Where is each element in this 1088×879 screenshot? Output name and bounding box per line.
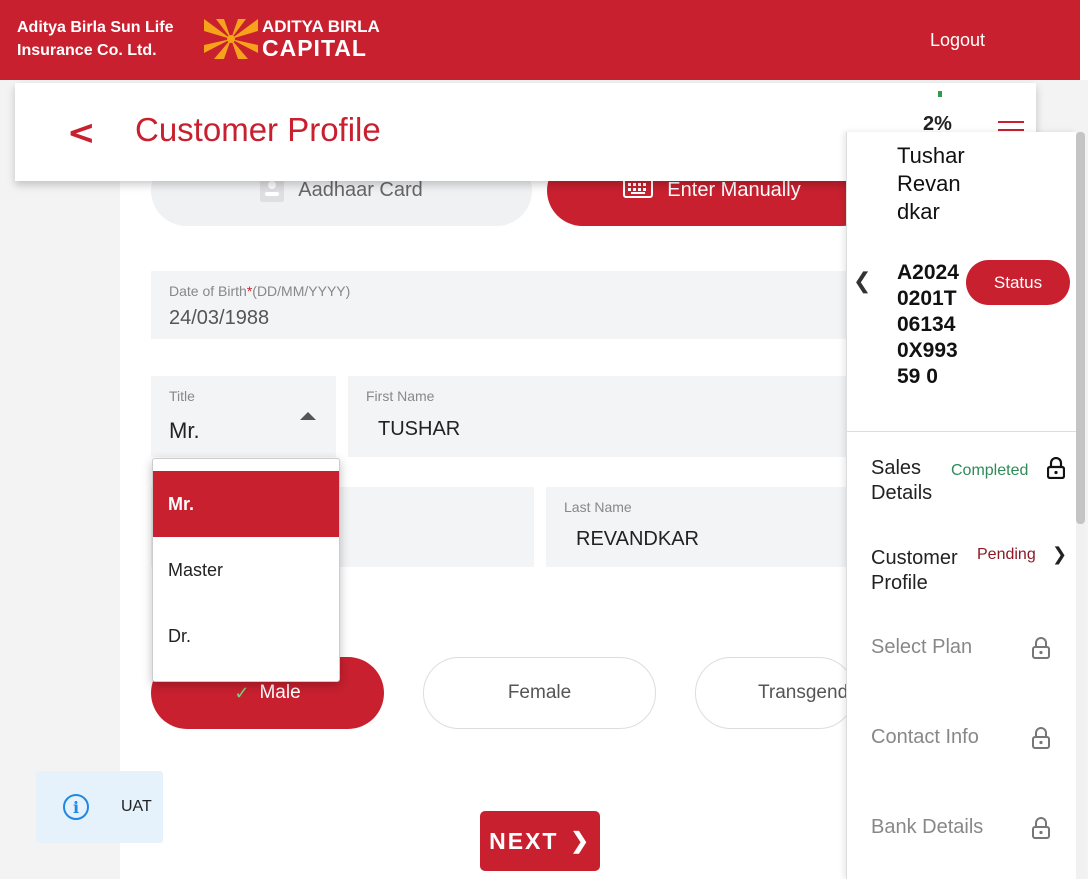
caret-up-icon bbox=[300, 412, 316, 420]
page-title: Customer Profile bbox=[135, 111, 381, 148]
customer-name: Tushar Revandkar bbox=[897, 143, 965, 224]
panel-scrollbar-thumb[interactable] bbox=[1076, 132, 1085, 524]
chevron-right-icon: ❯ bbox=[1052, 544, 1068, 565]
lock-icon bbox=[1032, 817, 1050, 839]
environment-label: UAT bbox=[121, 798, 152, 815]
application-side-panel: ❮ Tushar Revandkar A20240201T061340X9935… bbox=[846, 132, 1085, 879]
lock-icon bbox=[1047, 457, 1065, 479]
tab-aadhaar-label: Aadhaar Card bbox=[298, 179, 423, 201]
app-header: Aditya Birla Sun Life Insurance Co. Ltd.… bbox=[0, 0, 1088, 80]
lock-icon bbox=[1032, 637, 1050, 659]
first-name-value: TUSHAR bbox=[378, 418, 461, 440]
step-bank-details[interactable]: Bank Details bbox=[871, 815, 983, 840]
last-name-label: Last Name bbox=[564, 499, 632, 515]
status-button[interactable]: Status bbox=[966, 260, 1070, 305]
logo-wordmark: ADITYA BIRLA CAPITAL bbox=[262, 17, 380, 61]
header-edge bbox=[1080, 0, 1088, 80]
company-name-line2: Insurance Co. Ltd. bbox=[17, 42, 157, 59]
title-label: Title bbox=[169, 388, 195, 404]
step-status-pending: Pending bbox=[977, 546, 1036, 563]
first-name-label: First Name bbox=[366, 388, 435, 404]
logo-line1: ADITYA BIRLA bbox=[262, 17, 380, 36]
gender-male-label: Male bbox=[259, 682, 301, 703]
title-option-master[interactable]: Master bbox=[153, 537, 339, 603]
back-arrow-icon[interactable]: < bbox=[67, 113, 96, 153]
info-icon: i bbox=[63, 794, 89, 820]
last-name-value: REVANDKAR bbox=[576, 528, 699, 550]
gender-transgender-button[interactable]: Transgender bbox=[695, 657, 855, 729]
title-select[interactable]: Title Mr. bbox=[151, 376, 336, 457]
progress-indicator bbox=[938, 91, 942, 97]
company-name-line1: Aditya Birla Sun Life bbox=[17, 19, 174, 36]
step-sales-details[interactable]: Sales Details bbox=[871, 456, 951, 506]
gender-female-button[interactable]: Female bbox=[423, 657, 656, 729]
lock-icon bbox=[1032, 727, 1050, 749]
step-contact-info[interactable]: Contact Info bbox=[871, 725, 979, 750]
aditya-birla-capital-logo: ADITYA BIRLA CAPITAL bbox=[204, 18, 380, 60]
step-select-plan[interactable]: Select Plan bbox=[871, 635, 972, 660]
dob-label: Date of Birth*(DD/MM/YYYY) bbox=[169, 283, 351, 299]
title-option-dr[interactable]: Dr. bbox=[153, 603, 339, 669]
step-status-completed: Completed bbox=[951, 462, 1029, 479]
title-value: Mr. bbox=[169, 418, 200, 443]
keyboard-icon bbox=[623, 177, 654, 204]
dob-field[interactable]: Date of Birth*(DD/MM/YYYY) 24/03/1988 bbox=[151, 271, 851, 339]
last-name-field[interactable]: Last Name REVANDKAR bbox=[546, 487, 851, 567]
step-customer-profile[interactable]: Customer Profile bbox=[871, 546, 971, 596]
next-button[interactable]: NEXT ❯ bbox=[480, 811, 600, 871]
dob-value: 24/03/1988 bbox=[169, 307, 270, 329]
gender-female-label: Female bbox=[507, 682, 572, 703]
application-id: A20240201T061340X99359 0 bbox=[897, 261, 959, 388]
gender-transgender-label: Transgender bbox=[758, 682, 855, 703]
check-icon: ✓ bbox=[234, 682, 250, 703]
chevron-right-icon: ❯ bbox=[570, 828, 591, 853]
logo-sunburst-icon bbox=[204, 19, 258, 59]
next-label: NEXT bbox=[489, 827, 559, 854]
title-dropdown-menu: Mr. Master Dr. bbox=[152, 458, 340, 682]
tab-enter-manually-label: Enter Manually bbox=[667, 179, 801, 201]
company-name: Aditya Birla Sun Life Insurance Co. Ltd. bbox=[17, 16, 173, 62]
logo-line2: CAPITAL bbox=[262, 35, 367, 61]
chevron-left-icon[interactable]: ❮ bbox=[853, 269, 871, 294]
customer-summary: ❮ Tushar Revandkar A20240201T061340X9935… bbox=[847, 132, 1076, 432]
first-name-field[interactable]: First Name TUSHAR bbox=[348, 376, 851, 457]
environment-badge[interactable]: i UAT bbox=[36, 771, 163, 843]
title-option-mr[interactable]: Mr. bbox=[153, 471, 339, 537]
logout-button[interactable]: Logout bbox=[930, 30, 985, 51]
